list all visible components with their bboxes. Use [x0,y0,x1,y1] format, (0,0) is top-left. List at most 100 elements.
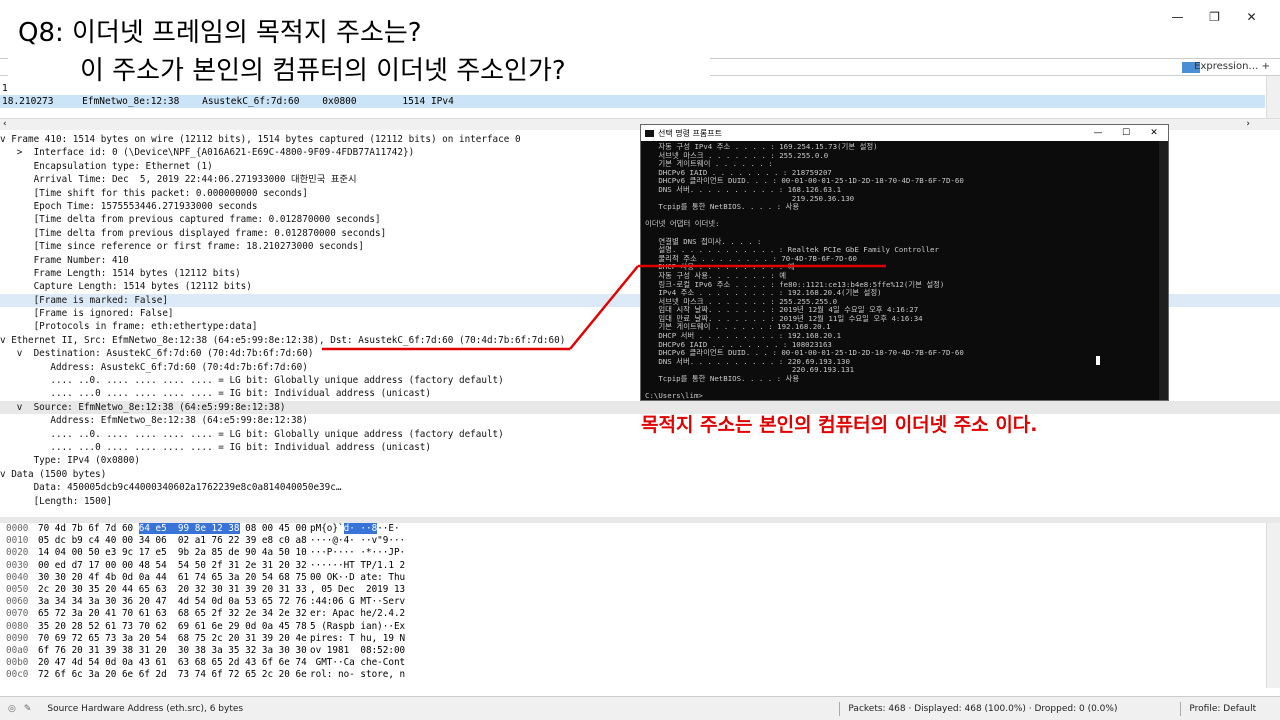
hex-row[interactable]: 0040 30 30 20 4f 4b 0d 0a 44 61 74 65 3a … [0,572,1265,584]
hex-bytes-text: 14 04 00 50 e3 9c 17 e5 9b 2a 85 de 90 4… [38,547,307,559]
hex-bytes[interactable]: 6f 76 20 31 39 38 31 20 30 38 3a 35 32 3… [38,645,310,657]
cmd-title: 선택 명령 프롬프트 [658,128,722,138]
hex-bytes[interactable]: 05 dc b9 c4 40 00 34 06 02 a1 76 22 39 e… [38,535,310,547]
answer-text: 목적지 주소는 본인의 컴퓨터의 이더넷 주소 이다. [641,414,1038,436]
hex-offset: 00c0 [6,669,29,681]
question-line-2: 이 주소가 본인의 컴퓨터의 이더넷 주소인가? [80,56,566,86]
status-field-info: Source Hardware Address (eth.src), 6 byt… [47,703,244,714]
hex-offset: 0050 [6,583,29,595]
hex-ascii[interactable]: er: Apac he/2.4.2 [310,608,410,620]
hex-ascii[interactable]: ov 1981 08:52:00 [310,645,410,657]
hex-row[interactable]: 0010 05 dc b9 c4 40 00 34 06 02 a1 76 22 … [0,535,1265,547]
scroll-right-icon[interactable]: › [1246,119,1250,129]
hex-bytes[interactable]: 65 72 3a 20 41 70 61 63 68 65 2f 32 2e 3… [38,608,310,620]
detail-row[interactable]: .... ..0. .... .... .... .... = LG bit: … [0,428,1280,441]
ascii-text: , 05 Dec 2019 13 [310,583,406,595]
detail-row[interactable]: Type: IPv4 (0x0800) [0,454,1280,467]
hex-row[interactable]: 00b0 20 47 4d 54 0d 0a 43 61 63 68 65 2d … [0,657,1265,669]
cmd-maximize-button[interactable]: ☐ [1112,128,1140,138]
ascii-text: GMT··Ca che-Cont [310,657,406,669]
scroll-left-icon[interactable]: ‹ [3,119,7,129]
cmd-window-controls: — ☐ ✕ [1084,128,1168,138]
detail-row[interactable]: v Source: EfmNetwo_8e:12:38 (64:e5:99:8e… [0,400,1280,415]
hex-row[interactable]: 0090 70 69 72 65 73 3a 20 54 68 75 2c 20 … [0,633,1265,645]
cmd-minimize-button[interactable]: — [1084,128,1112,138]
hex-offset: 00a0 [6,644,29,656]
hex-row[interactable]: 0000 70 4d 7b 6f 7d 60 64 e5 99 8e 12 38 … [0,523,1265,535]
hex-bytes-selected: 64 e5 99 8e 12 38 [138,523,240,534]
hex-bytes-text: 05 dc b9 c4 40 00 34 06 02 a1 76 22 39 e… [38,535,307,547]
cmd-titlebar[interactable]: 선택 명령 프롬프트 — ☐ ✕ [641,125,1168,141]
expression-button[interactable]: Expression… + [1194,61,1270,72]
detail-row[interactable]: Address: EfmNetwo_8e:12:38 (64:e5:99:8e:… [0,414,1280,427]
detail-row[interactable]: Data: 450005dcb9c44000340602a1762239e8c0… [0,481,1280,494]
ascii-selected: d· ··8 [343,523,378,534]
hex-bytes-text: 3a 34 34 3a 30 36 20 47 4d 54 0d 0a 53 6… [38,596,307,608]
hex-bytes[interactable]: 00 ed d7 17 00 00 48 54 54 50 2f 31 2e 3… [38,560,310,572]
maximize-button[interactable]: ❐ [1196,10,1233,24]
cmd-close-button[interactable]: ✕ [1140,128,1168,138]
minimize-button[interactable]: — [1159,10,1196,24]
hex-bytes-text: 6f 76 20 31 39 38 31 20 30 38 3a 35 32 3… [38,644,307,656]
ascii-text: 00 OK··D ate: Thu [310,571,406,583]
hex-offset: 0030 [6,559,29,571]
packet-list-scrollbar[interactable] [1266,76,1280,118]
detail-row[interactable]: v Data (1500 bytes) [0,468,1280,481]
detail-row[interactable]: .... ...0 .... .... .... .... = IG bit: … [0,441,1280,454]
hex-offset: 0000 [6,523,29,534]
hex-ascii[interactable]: pM{o}`d· ··8··E· [310,523,410,535]
cmd-line [645,212,1164,221]
detail-row[interactable]: [Length: 1500] [0,495,1280,508]
ascii-text: rol: no- store, n [310,669,406,681]
hex-row[interactable]: 0070 65 72 3a 20 41 70 61 63 68 65 2f 32 … [0,608,1265,620]
hex-row[interactable]: 0080 35 20 28 52 61 73 70 62 69 61 6e 29 … [0,621,1265,633]
hex-ascii[interactable]: ···P···· ·*···JP· [310,547,410,559]
question-text: Q8: 이더넷 프레임의 목적지 주소는? 이 주소가 본인의 컴퓨터의 이더넷… [18,14,566,90]
hex-bytes[interactable]: 2c 20 30 35 20 44 65 63 20 32 30 31 39 2… [38,584,310,596]
cmd-line: Tcpip를 통한 NetBIOS. . . . : 사용 [645,374,800,384]
hex-bytes[interactable]: 35 20 28 52 61 73 70 62 69 61 6e 29 0d 0… [38,621,310,633]
packet-row-selected[interactable]: 18.210273 EfmNetwo_8e:12:38 AsustekC_6f:… [0,95,1265,108]
hex-row[interactable]: 00c0 72 6f 6c 3a 20 6e 6f 2d 73 74 6f 72 … [0,669,1265,681]
close-button[interactable]: ✕ [1233,10,1270,24]
hex-bytes-text: 65 72 3a 20 41 70 61 63 68 65 2f 32 2e 3… [38,608,307,620]
question-line-1: Q8: 이더넷 프레임의 목적지 주소는? [18,18,422,48]
hex-bytes[interactable]: 72 6f 6c 3a 20 6e 6f 2d 73 74 6f 72 65 2… [38,669,310,681]
hex-ascii[interactable]: 5 (Raspb ian)··Ex [310,621,410,633]
status-profile[interactable]: Profile: Default [1181,704,1264,714]
hex-ascii[interactable]: pires: T hu, 19 N [310,633,410,645]
hex-bytes[interactable]: 70 69 72 65 73 3a 20 54 68 75 2c 20 31 3… [38,633,310,645]
hex-row[interactable]: 0050 2c 20 30 35 20 44 65 63 20 32 30 31 … [0,584,1265,596]
ascii-text: :44:06 G MT··Serv [310,596,406,608]
hex-ascii[interactable]: ······HT TP/1.1 2 [310,560,410,572]
hex-ascii[interactable]: ····@·4· ··v"9··· [310,535,410,547]
hex-bytes[interactable]: 70 4d 7b 6f 7d 60 64 e5 99 8e 12 38 08 0… [38,523,310,535]
command-prompt-window[interactable]: 선택 명령 프롬프트 — ☐ ✕ 자동 구성 IPv4 주소 . . . . :… [640,124,1169,401]
hex-bytes-text: 20 47 4d 54 0d 0a 43 61 63 68 65 2d 43 6… [38,657,307,669]
add-filter-plus[interactable]: + [1262,61,1270,72]
hex-ascii[interactable]: , 05 Dec 2019 13 [310,584,410,596]
hex-ascii[interactable]: 00 OK··D ate: Thu [310,572,410,584]
expert-info-icon[interactable]: ◎ [0,704,24,714]
bytes-scrollbar[interactable] [1266,523,1280,688]
hex-ascii[interactable]: rol: no- store, n [310,669,410,681]
hex-ascii[interactable]: GMT··Ca che-Cont [310,657,410,669]
hex-bytes[interactable]: 3a 34 34 3a 30 36 20 47 4d 54 0d 0a 53 6… [38,596,310,608]
hex-row[interactable]: 0030 00 ed d7 17 00 00 48 54 54 50 2f 31 … [0,560,1265,572]
edit-comment-icon[interactable]: ✎ [24,704,40,714]
hex-offset: 0040 [6,571,29,583]
cmd-line: C:\Users\lim> [645,391,703,401]
hex-row[interactable]: 00a0 6f 76 20 31 39 38 31 20 30 38 3a 35 … [0,645,1265,657]
hex-row[interactable]: 0020 14 04 00 50 e3 9c 17 e5 9b 2a 85 de … [0,547,1265,559]
hex-bytes[interactable]: 20 47 4d 54 0d 0a 43 61 63 68 65 2d 43 6… [38,657,310,669]
cmd-scrollbar[interactable] [1159,141,1168,400]
hex-row[interactable]: 0060 3a 34 34 3a 30 36 20 47 4d 54 0d 0a … [0,596,1265,608]
ascii-text: ······HT TP/1.1 2 [310,559,406,571]
hex-offset: 0080 [6,620,29,632]
hex-offset: 0020 [6,547,29,559]
hex-bytes-text: 08 00 45 00 [239,523,307,534]
ascii-text: ov 1981 08:52:00 [310,644,406,656]
hex-ascii[interactable]: :44:06 G MT··Serv [310,596,410,608]
hex-bytes[interactable]: 14 04 00 50 e3 9c 17 e5 9b 2a 85 de 90 4… [38,547,310,559]
hex-bytes[interactable]: 30 30 20 4f 4b 0d 0a 44 61 74 65 3a 20 5… [38,572,310,584]
